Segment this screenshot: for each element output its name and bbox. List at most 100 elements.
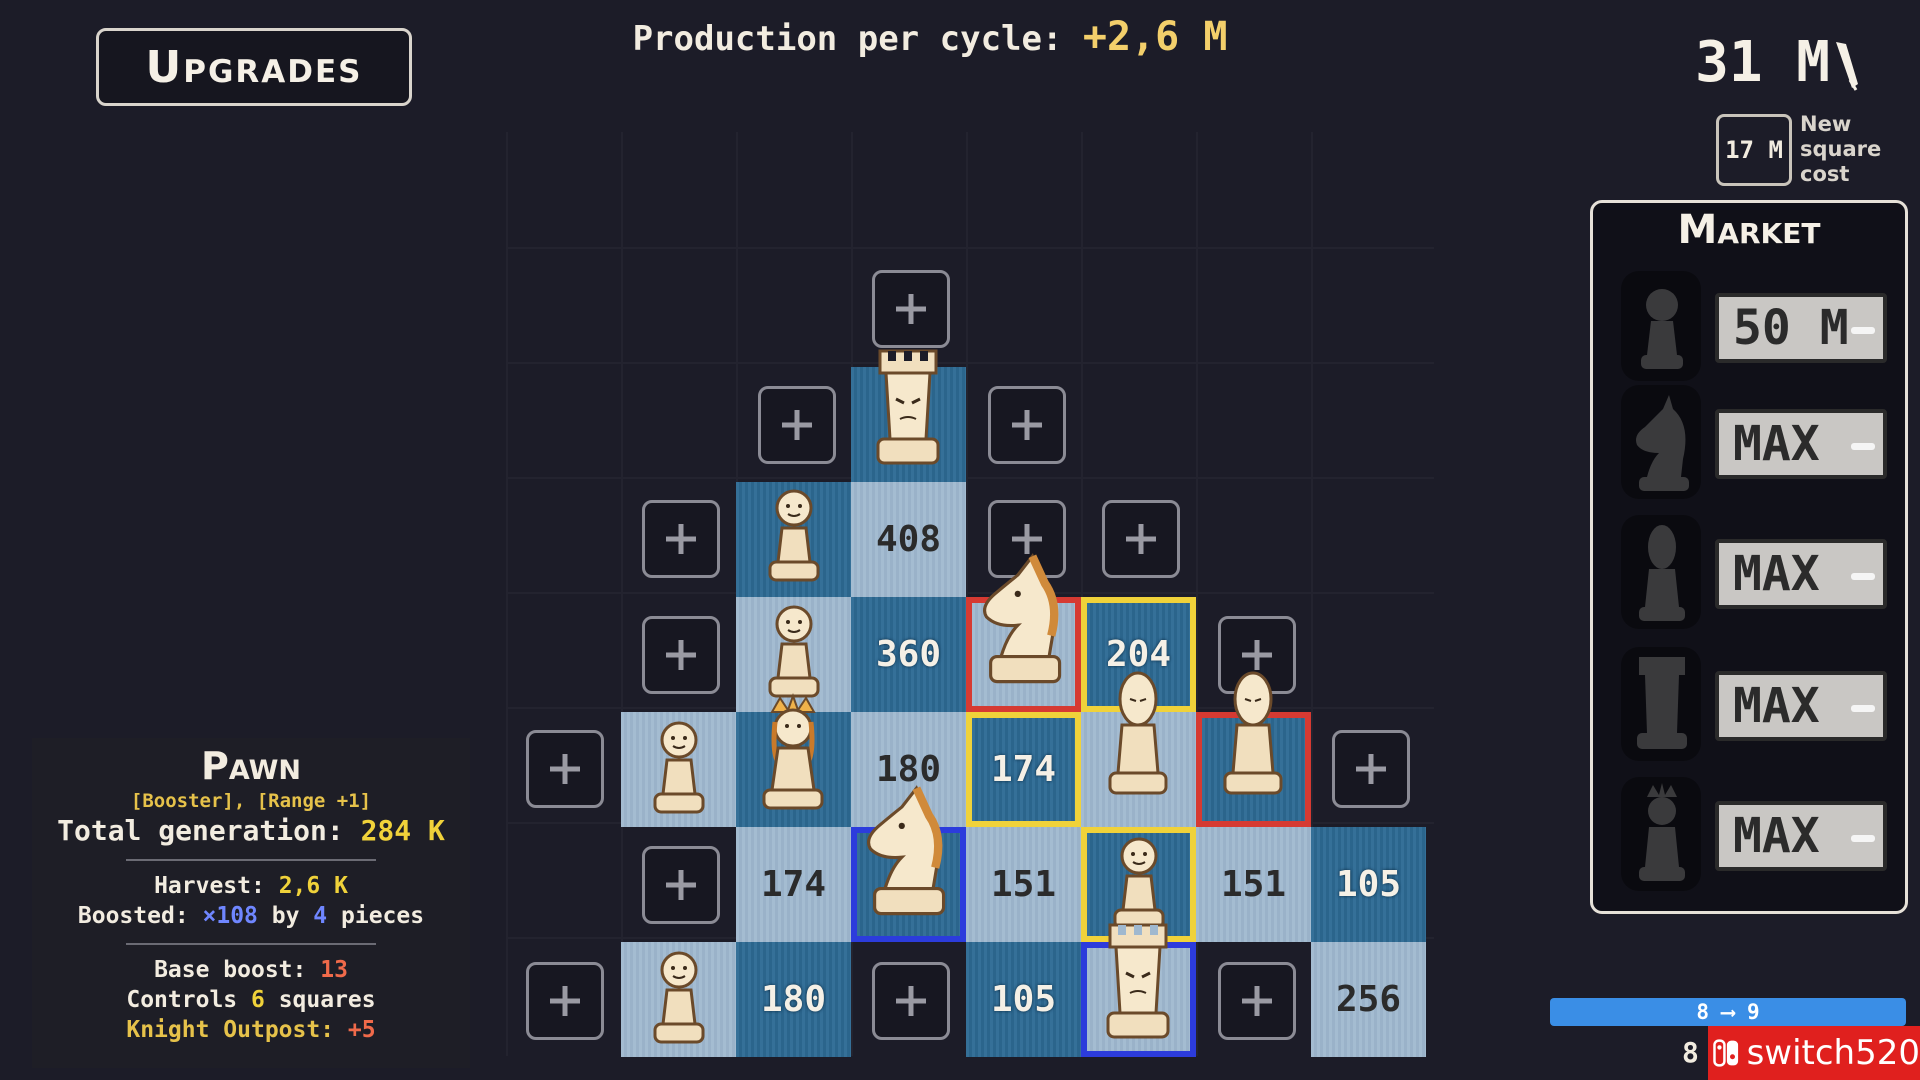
boosted-suffix: pieces xyxy=(327,903,425,929)
add-square-button[interactable] xyxy=(526,962,604,1040)
board-square[interactable] xyxy=(1081,942,1196,1057)
board-square[interactable] xyxy=(736,712,851,827)
base-boost-label: Base boost: xyxy=(154,957,321,983)
add-square-button[interactable] xyxy=(1102,500,1180,578)
plus-icon xyxy=(1012,410,1042,440)
piece-info-panel: Pawn [Booster], [Range +1] Total generat… xyxy=(32,738,470,1068)
market-item-knight: MAX xyxy=(1607,381,1897,501)
add-square-button[interactable] xyxy=(1218,962,1296,1040)
board-square[interactable]: 180 xyxy=(736,942,851,1057)
controls-line: Controls 6 squares xyxy=(32,985,470,1015)
add-square-button[interactable] xyxy=(526,730,604,808)
add-square-button[interactable] xyxy=(1218,616,1296,694)
market-panel: Market 50 M MAX MAX MAX MAX xyxy=(1590,200,1908,914)
square-value: 174 xyxy=(990,749,1057,790)
board-square[interactable] xyxy=(966,597,1081,712)
add-square-button[interactable] xyxy=(988,386,1066,464)
price: MAX xyxy=(1733,808,1820,864)
controls-value: 6 xyxy=(250,987,265,1013)
add-square-button[interactable] xyxy=(642,500,720,578)
queen-icon xyxy=(1621,777,1701,891)
board-square[interactable]: 256 xyxy=(1311,942,1426,1057)
outpost-value: +5 xyxy=(347,1017,376,1043)
board-square[interactable] xyxy=(621,942,736,1057)
chess-board: 408 360 204 180 174 174 151 151 105 180 … xyxy=(506,132,1434,1057)
divider xyxy=(126,943,376,945)
level-number: 8 xyxy=(1682,1036,1699,1069)
plus-icon xyxy=(1242,986,1272,1016)
controls-suffix: squares xyxy=(264,987,376,1013)
divider xyxy=(126,859,376,861)
pawn-icon xyxy=(1621,271,1701,381)
boosted-value: ×108 xyxy=(202,903,258,929)
piece-tags: [Booster], [Range +1] xyxy=(130,790,372,812)
plus-icon xyxy=(1356,754,1386,784)
feather-icon xyxy=(1836,42,1858,91)
add-square-button[interactable] xyxy=(872,962,950,1040)
market-item-queen: MAX xyxy=(1607,773,1897,893)
square-value: 360 xyxy=(875,634,942,675)
board-square[interactable] xyxy=(851,827,966,942)
board-square[interactable]: 174 xyxy=(966,712,1081,827)
add-square-button[interactable] xyxy=(642,616,720,694)
board-square[interactable] xyxy=(621,712,736,827)
buy-queen-button[interactable]: MAX xyxy=(1715,801,1887,871)
price: MAX xyxy=(1733,416,1820,472)
buy-knight-button[interactable]: MAX xyxy=(1715,409,1887,479)
add-square-button[interactable] xyxy=(872,270,950,348)
board-square[interactable] xyxy=(1081,827,1196,942)
production-per-cycle: Production per cycle: +2,6 M xyxy=(0,14,1860,60)
square-value: 151 xyxy=(990,864,1057,905)
square-value: 174 xyxy=(760,864,827,905)
plus-icon xyxy=(666,524,696,554)
board-square[interactable] xyxy=(1081,712,1196,827)
switch-logo-icon xyxy=(1713,1039,1739,1067)
base-boost-value: 13 xyxy=(320,957,348,983)
price: MAX xyxy=(1733,678,1820,734)
plus-icon xyxy=(896,986,926,1016)
harvest-value: 2,6 K xyxy=(278,873,348,899)
square-value: 105 xyxy=(990,979,1057,1020)
plus-icon xyxy=(550,986,580,1016)
base-boost-line: Base boost: 13 xyxy=(32,955,470,985)
add-square-button[interactable] xyxy=(1332,730,1410,808)
square-value: 180 xyxy=(875,749,942,790)
board-square[interactable]: 174 xyxy=(736,827,851,942)
board-square[interactable]: 180 xyxy=(851,712,966,827)
harvest-line: Harvest: 2,6 K xyxy=(32,871,470,901)
knight-icon xyxy=(1621,385,1701,499)
add-square-button[interactable] xyxy=(642,846,720,924)
market-item-rook: MAX xyxy=(1607,643,1897,763)
price: MAX xyxy=(1733,546,1820,602)
board-square[interactable]: 151 xyxy=(1196,827,1311,942)
total-generation: Total generation: 284 K xyxy=(32,814,470,847)
board-square[interactable]: 408 xyxy=(851,482,966,597)
buy-bishop-button[interactable]: MAX xyxy=(1715,539,1887,609)
plus-icon xyxy=(896,294,926,324)
market-title: Market xyxy=(1677,207,1821,253)
new-square-cost: 17 M xyxy=(1716,114,1792,186)
plus-icon xyxy=(1126,524,1156,554)
board-square[interactable]: 204 xyxy=(1081,597,1196,712)
production-label: Production per cycle: xyxy=(632,19,1083,59)
outpost-label: Knight Outpost: xyxy=(126,1017,348,1043)
square-value: 408 xyxy=(875,519,942,560)
plus-icon xyxy=(1242,640,1272,670)
buy-pawn-button[interactable]: 50 M xyxy=(1715,293,1887,363)
boosted-label: Boosted: xyxy=(77,903,203,929)
production-value: +2,6 M xyxy=(1082,14,1228,60)
board-square[interactable] xyxy=(736,597,851,712)
board-square[interactable] xyxy=(1196,712,1311,827)
boosted-count: 4 xyxy=(313,903,328,929)
board-square[interactable]: 105 xyxy=(966,942,1081,1057)
add-square-button[interactable] xyxy=(758,386,836,464)
board-square[interactable]: 105 xyxy=(1311,827,1426,942)
board-square[interactable]: 360 xyxy=(851,597,966,712)
board-square[interactable]: 151 xyxy=(966,827,1081,942)
add-square-button[interactable] xyxy=(988,500,1066,578)
board-square[interactable] xyxy=(851,367,966,482)
board-square[interactable] xyxy=(736,482,851,597)
buy-rook-button[interactable]: MAX xyxy=(1715,671,1887,741)
plus-icon xyxy=(550,754,580,784)
square-value: 204 xyxy=(1105,634,1172,675)
